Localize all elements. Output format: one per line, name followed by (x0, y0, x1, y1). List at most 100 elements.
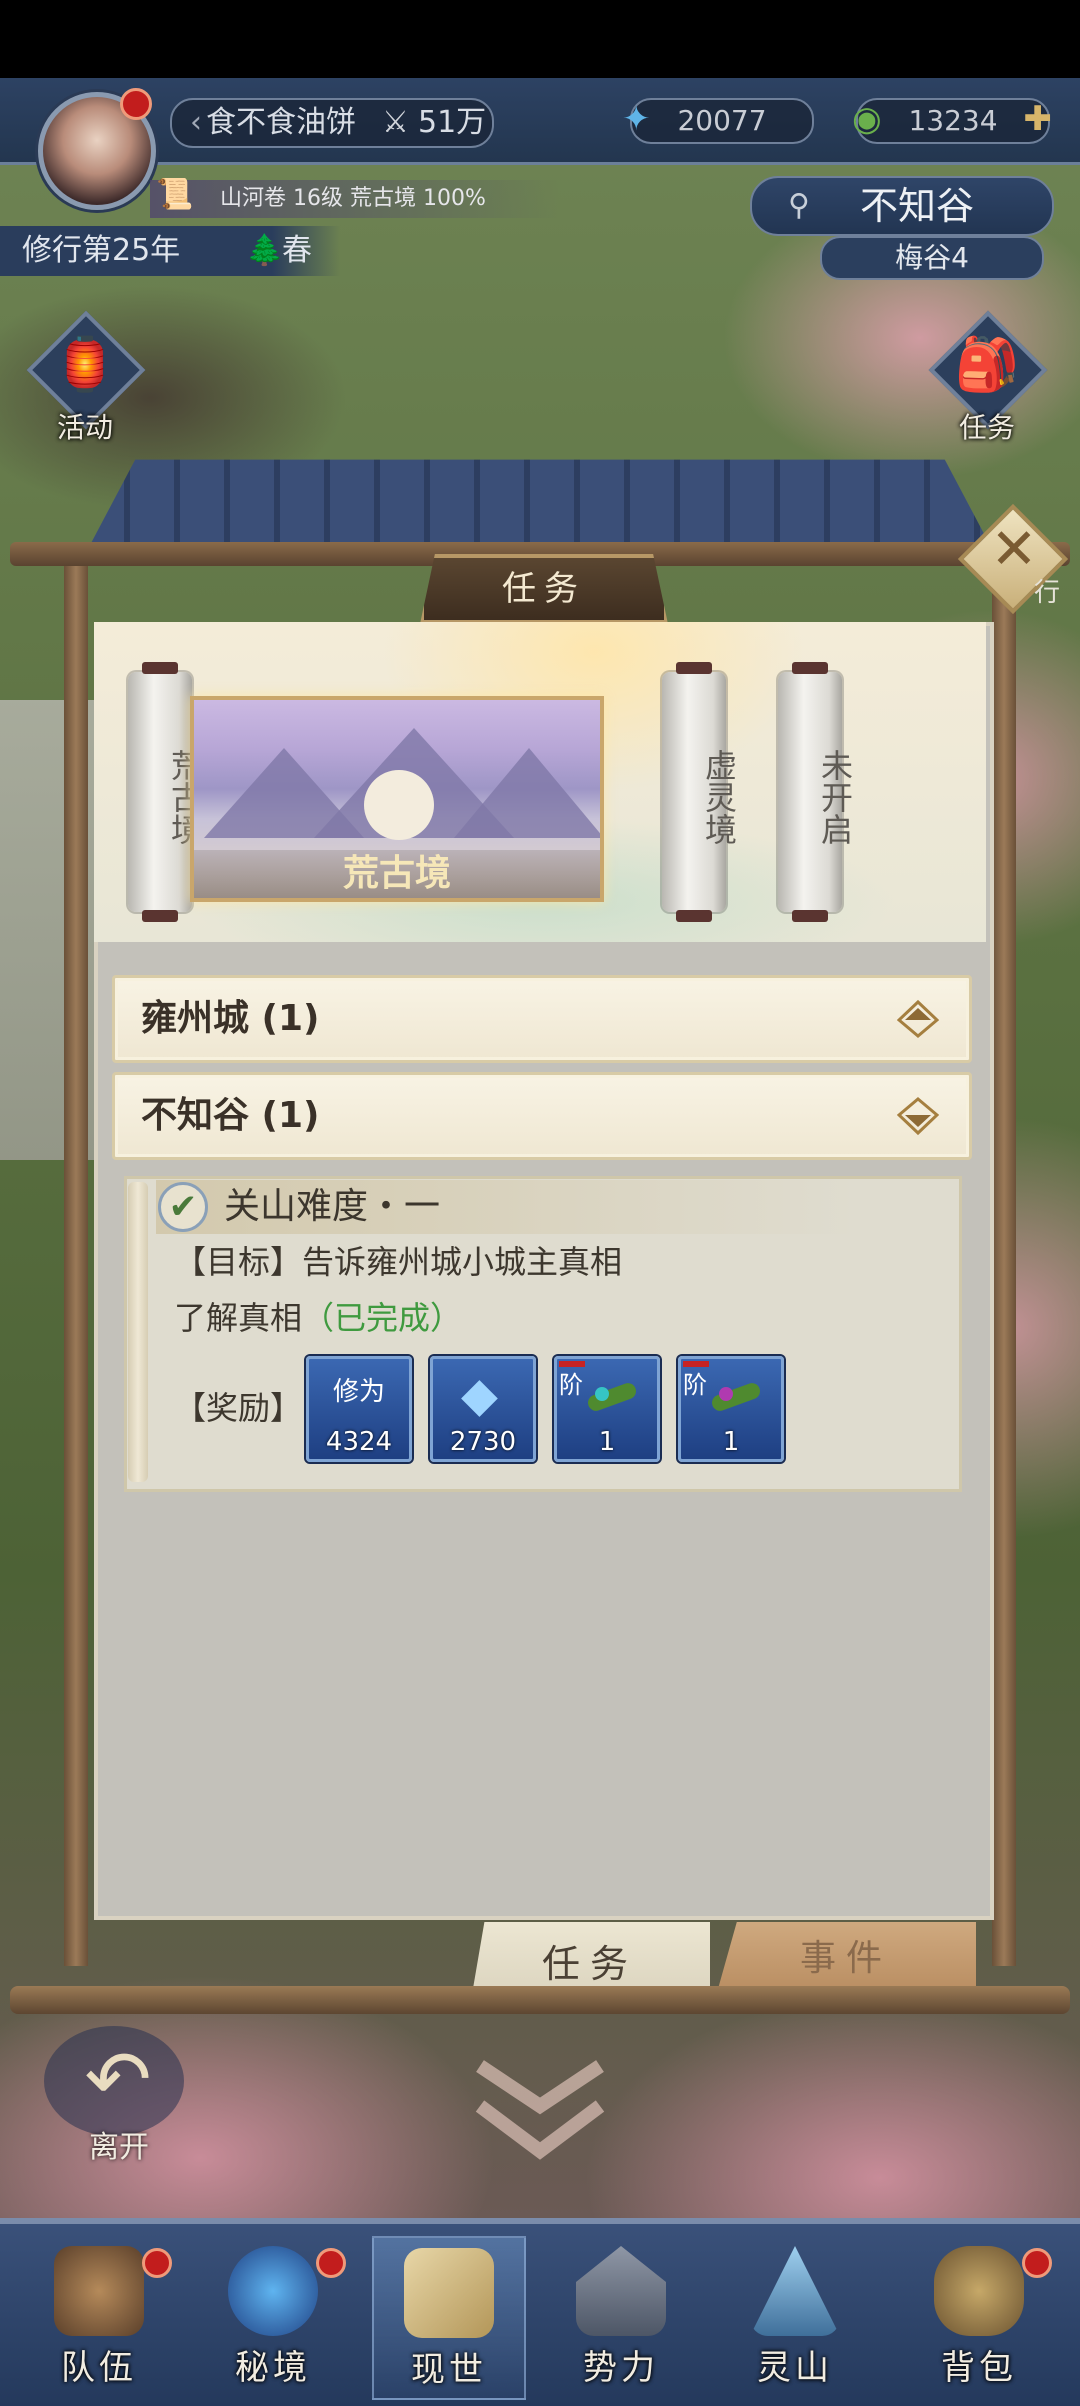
quest-progress-text: 了解真相 (174, 1299, 303, 1337)
nav-spirit-mountain[interactable]: 灵山 (720, 2236, 870, 2396)
herb-icon (709, 1380, 763, 1414)
mountain-shape (454, 748, 600, 838)
chevron-up-icon (897, 999, 939, 1038)
scroll-rod (128, 1182, 148, 1482)
nav-present-world[interactable]: 现世 (372, 2236, 526, 2400)
panel-bottom-rail (10, 1986, 1070, 2014)
return-arrow-icon: ↶ (84, 2033, 152, 2126)
spirit-crystal-icon: ✦ (622, 99, 651, 139)
nav-secret-realm[interactable]: 秘境 (198, 2236, 348, 2396)
vortex-icon (228, 2246, 318, 2336)
reward-count: 1 (598, 1427, 616, 1457)
spirit-currency-pill[interactable]: ✦ 20077 (622, 98, 814, 144)
player-name: 食不食油饼 (206, 105, 356, 140)
tasks-label: 任务 (958, 411, 1015, 444)
tree-icon: 🌲 (246, 233, 284, 268)
nav-label: 势力 (583, 2348, 659, 2388)
reward-tier: 阶 (559, 1361, 585, 1400)
quest-objective: 【目标】告诉雍州城小城主真相 (174, 1243, 623, 1281)
nav-label: 灵山 (757, 2348, 833, 2388)
cultivation-year: 修行第25年 (22, 233, 181, 268)
close-icon[interactable]: ✕ (984, 520, 1044, 580)
realm-scroll-mid-text: 虚灵境 (700, 749, 738, 845)
herb-berry (595, 1387, 609, 1401)
frame-post-left (64, 566, 88, 1966)
activity-button[interactable]: 🏮 活动 (26, 310, 146, 444)
realm-map-card[interactable]: 荒古境 (190, 696, 604, 902)
region-row-yongzhou[interactable]: 雍州城 (1) (112, 975, 972, 1063)
herb-icon (585, 1380, 639, 1414)
quest-status: （已完成） (302, 1299, 463, 1337)
nav-faction[interactable]: 势力 (546, 2236, 696, 2396)
reward-item-crystal[interactable]: ◆ 2730 (430, 1356, 536, 1462)
tab-events[interactable]: 事件 (716, 1922, 976, 1996)
location-badge[interactable]: ⚲ 不知谷 (750, 176, 1054, 236)
backpack-icon (934, 2246, 1024, 2336)
reward-tier: 阶 (683, 1361, 709, 1400)
sub-location-badge[interactable]: 梅谷4 (820, 236, 1044, 280)
region-row-buzhigu[interactable]: 不知谷 (1) (112, 1072, 972, 1160)
nav-secret-realm-dot (316, 2248, 346, 2278)
avatar-notification-dot (120, 88, 152, 120)
realm-progress-text: 山河卷 16级 荒古境 100% (220, 186, 486, 211)
season-label: 春 (282, 233, 312, 268)
reward-item-cultivation[interactable]: 修为 4324 (306, 1356, 412, 1462)
chevron-down-icon (897, 1097, 939, 1136)
task-bag-icon: 🎒 (954, 335, 1020, 395)
leave-button[interactable]: ↶ 离开 (44, 2026, 184, 2166)
reward-label: 【奖励】 (174, 1389, 303, 1427)
cultivation-year-bar: 修行第25年 🌲 春 (0, 226, 340, 276)
leave-label: 离开 (89, 2130, 149, 2165)
location-pin-icon: ⚲ (788, 188, 810, 223)
region-label: 不知谷 (1) (141, 1095, 320, 1136)
nav-backpack[interactable]: 背包 (904, 2236, 1054, 2396)
region-label: 雍州城 (1) (141, 998, 320, 1039)
nav-label: 秘境 (235, 2348, 311, 2388)
nav-team-dot (142, 2248, 172, 2278)
power-value: 51万 (418, 105, 487, 140)
realm-scroll-left[interactable]: 荒古境 (128, 662, 204, 922)
activity-label: 活动 (56, 411, 113, 444)
add-currency-icon[interactable]: ✚ (1024, 98, 1053, 140)
realm-map-caption: 荒古境 (194, 850, 600, 898)
reward-item-herb-1[interactable]: 阶 1 (554, 1356, 660, 1462)
jade-currency-pill[interactable]: ◉ 13234 ✚ (852, 98, 1053, 144)
reward-item-herb-2[interactable]: 阶 1 (678, 1356, 784, 1462)
quest-title: 关山难度・一 (224, 1186, 441, 1227)
power-icon: ⚔ (382, 105, 409, 140)
nav-label: 现世 (411, 2350, 487, 2390)
nav-label: 队伍 (61, 2348, 137, 2388)
chevron-down-icon[interactable] (470, 2056, 610, 2166)
player-name-pill[interactable]: ‹ 食不食油饼 ⚔ 51万 (170, 98, 494, 148)
nav-team[interactable]: 队伍 (24, 2236, 174, 2396)
nav-backpack-dot (1022, 2248, 1052, 2278)
crystal-icon: ◆ (461, 1367, 498, 1423)
spirit-currency-value: 20077 (677, 104, 767, 137)
herb-berry (719, 1387, 733, 1401)
reward-top-label: 修为 (332, 1377, 385, 1407)
lantern-icon: 🏮 (52, 335, 118, 395)
nav-label: 背包 (941, 2348, 1017, 2388)
location-name: 不知谷 (859, 184, 974, 228)
reward-count: 1 (722, 1427, 740, 1457)
jade-currency-value: 13234 (908, 104, 998, 137)
tasks-side-button[interactable]: 🎒 任务 (928, 310, 1048, 444)
chevron-left-icon: ‹ (190, 105, 202, 140)
sub-location-name: 梅谷4 (895, 241, 969, 274)
map-scroll-icon (404, 2248, 494, 2338)
checkmark-icon: ✔ (158, 1182, 208, 1232)
mountain-icon (750, 2246, 840, 2336)
panel-title: 任务 (420, 554, 668, 624)
realm-progress-bar[interactable]: 📜 山河卷 16级 荒古境 100% (150, 177, 560, 218)
frame-post-right (992, 566, 1016, 1966)
palace-icon (576, 2246, 666, 2336)
scroll-icon: 📜 (156, 177, 194, 212)
realm-scroll-mid[interactable]: 虚灵境 (662, 662, 738, 922)
moon-shape (364, 770, 434, 840)
reward-count: 4324 (325, 1427, 393, 1457)
team-icon (54, 2246, 144, 2336)
quest-progress: 了解真相（已完成） (174, 1296, 462, 1340)
realm-scroll-right: 未开启 (778, 662, 854, 922)
close-side-label: 行 (1034, 578, 1061, 608)
realm-scroll-right-text: 未开启 (816, 749, 854, 845)
